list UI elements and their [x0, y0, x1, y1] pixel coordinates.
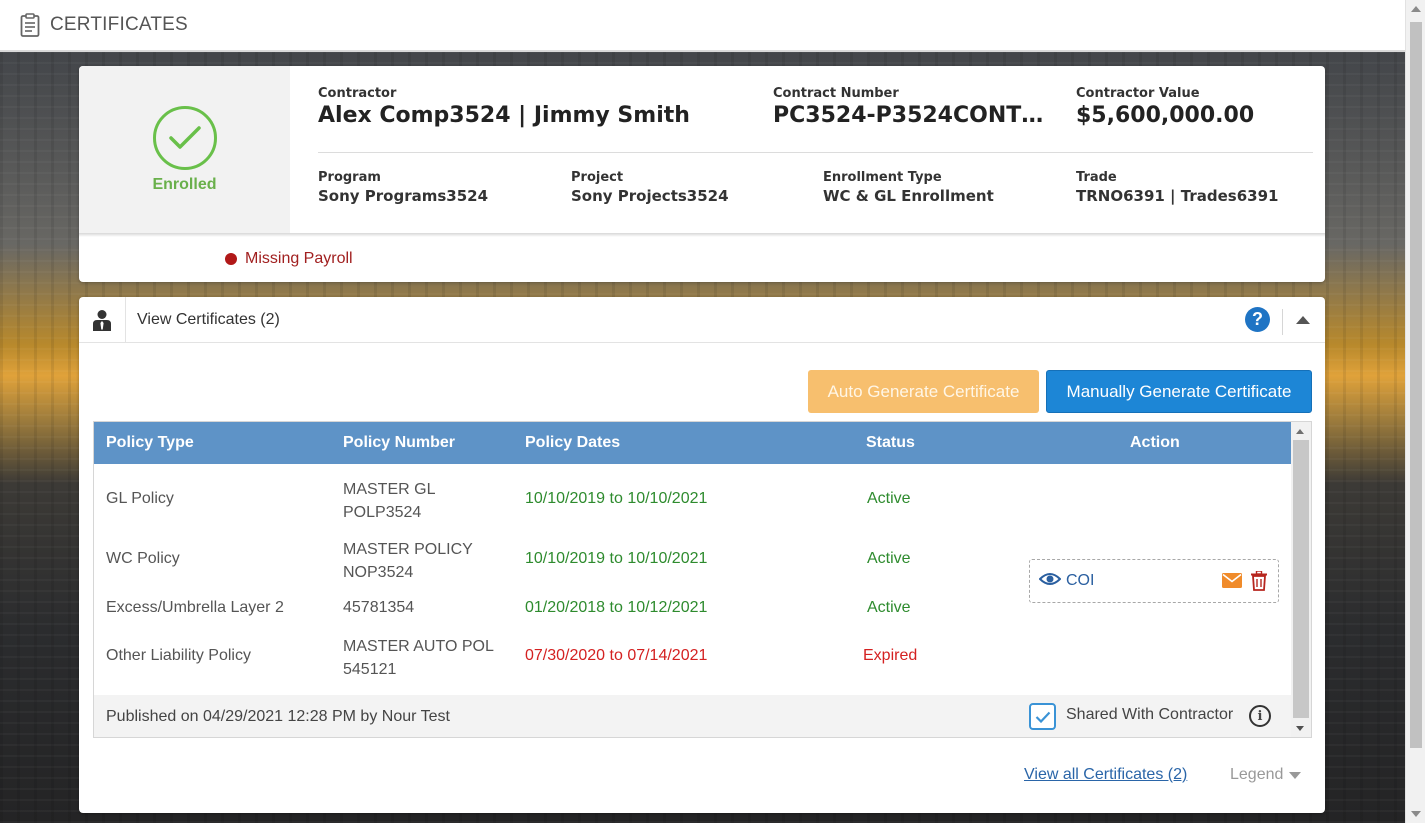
page-header: CERTIFICATES: [0, 0, 1405, 52]
contractor-label: Contractor: [318, 86, 397, 101]
trade-label: Trade: [1076, 170, 1117, 185]
eye-icon[interactable]: [1038, 571, 1062, 592]
shared-with-contractor-label: Shared With Contractor: [1066, 706, 1234, 723]
status-cell: Active: [867, 599, 911, 616]
header-divider: [1282, 309, 1283, 335]
certificates-header: View Certificates (2) ?: [79, 297, 1325, 343]
header-policy-type: Policy Type: [106, 434, 194, 451]
policy-type-cell: GL Policy: [106, 490, 174, 507]
check-circle-icon: [152, 105, 217, 170]
trade-value: TRNO6391 | Trades6391: [1076, 187, 1279, 205]
project-field: Project Sony Projects3524: [571, 170, 823, 205]
project-label: Project: [571, 170, 624, 185]
policy-type-cell: WC Policy: [106, 550, 180, 567]
enrollment-card: Enrolled Contractor Alex Comp3524 | Jimm…: [79, 66, 1325, 282]
scroll-down-icon[interactable]: [1296, 726, 1304, 731]
policy-dates-cell: 01/20/2018 to 10/12/2021: [525, 599, 708, 616]
scroll-thumb[interactable]: [1410, 22, 1422, 748]
scroll-up-icon[interactable]: [1296, 429, 1304, 434]
contract-info: Contractor Alex Comp3524 | Jimmy Smith C…: [290, 66, 1325, 233]
view-all-certificates-link[interactable]: View all Certificates (2): [1024, 766, 1187, 784]
policy-dates-cell: 07/30/2020 to 07/14/2021: [525, 647, 708, 664]
legend-label: Legend: [1230, 766, 1284, 783]
help-icon[interactable]: ?: [1245, 307, 1270, 332]
contract-number-label: Contract Number: [773, 86, 899, 101]
policy-number-cell: MASTER POLICY NOP3524: [343, 541, 473, 581]
status-cell: Active: [867, 490, 911, 507]
policy-number-cell: MASTER GL POLP3524: [343, 481, 435, 521]
email-icon[interactable]: [1222, 573, 1242, 593]
policy-number-cell: 45781354: [343, 599, 415, 616]
coi-link[interactable]: COI: [1066, 572, 1094, 590]
project-value: Sony Projects3524: [571, 187, 729, 205]
contract-number-field: Contract Number PC3524-P3524CONTRA...: [773, 86, 1076, 152]
header-policy-number: Policy Number: [343, 434, 456, 451]
enrollment-status-label: Enrolled: [152, 175, 217, 193]
contract-number-value: PC3524-P3524CONTRA...: [773, 103, 1053, 128]
table-footer: Published on 04/29/2021 12:28 PM by Nour…: [94, 695, 1291, 737]
status-cell: Expired: [863, 647, 918, 664]
status-cell: Active: [867, 550, 911, 567]
policy-type-cell: Excess/Umbrella Layer 2: [106, 599, 284, 616]
scroll-down-icon[interactable]: [1411, 811, 1421, 817]
enrollment-status: Enrolled: [79, 66, 290, 233]
program-field: Program Sony Programs3524: [318, 170, 571, 205]
page-title: CERTIFICATES: [50, 14, 188, 35]
manual-generate-button[interactable]: Manually Generate Certificate: [1046, 370, 1312, 413]
certificates-table: Policy Type Policy Number Policy Dates S…: [93, 421, 1312, 738]
legend-dropdown[interactable]: Legend: [1230, 766, 1302, 784]
alert-label: Missing Payroll: [245, 250, 353, 267]
enrollment-type-field: Enrollment Type WC & GL Enrollment: [823, 170, 1076, 205]
divider: [79, 233, 1325, 237]
policy-type-cell: Other Liability Policy: [106, 647, 251, 664]
header-status: Status: [866, 434, 915, 451]
contractor-value-field: Contractor Value $5,600,000.00: [1076, 86, 1254, 152]
header-action: Action: [1130, 434, 1180, 451]
table-scrollbar[interactable]: [1291, 422, 1311, 737]
enrollment-type-label: Enrollment Type: [823, 170, 942, 185]
scroll-up-icon[interactable]: [1411, 6, 1421, 12]
table-body: GL Policy MASTER GL POLP3524 10/10/2019 …: [94, 464, 1291, 695]
contractor-value-label: Contractor Value: [1076, 86, 1200, 101]
user-tie-icon: [79, 297, 126, 343]
info-icon[interactable]: i: [1249, 705, 1271, 727]
auto-generate-button[interactable]: Auto Generate Certificate: [808, 370, 1039, 413]
page-scrollbar[interactable]: [1405, 0, 1425, 823]
delete-icon[interactable]: [1251, 570, 1267, 596]
contractor-field: Contractor Alex Comp3524 | Jimmy Smith: [318, 86, 773, 152]
shared-with-contractor-checkbox[interactable]: [1029, 703, 1056, 730]
program-value: Sony Programs3524: [318, 187, 489, 205]
scroll-thumb[interactable]: [1293, 440, 1309, 718]
header-policy-dates: Policy Dates: [525, 434, 621, 451]
policy-number-cell: MASTER AUTO POL 545121: [343, 638, 494, 678]
certificates-card: View Certificates (2) ? Auto Generate Ce…: [79, 297, 1325, 813]
program-label: Program: [318, 170, 381, 185]
table-header: Policy Type Policy Number Policy Dates S…: [94, 422, 1291, 464]
coi-action-box: COI: [1029, 559, 1279, 603]
contractor-value-amount: $5,600,000.00: [1076, 103, 1255, 128]
alert-dot-icon: [225, 253, 237, 265]
trade-field: Trade TRNO6391 | Trades6391: [1076, 170, 1278, 205]
published-info: Published on 04/29/2021 12:28 PM by Nour…: [106, 708, 450, 725]
certificates-title: View Certificates (2): [137, 310, 280, 328]
policy-dates-cell: 10/10/2019 to 10/10/2021: [525, 550, 708, 567]
policy-dates-cell: 10/10/2019 to 10/10/2021: [525, 490, 708, 507]
contractor-value: Alex Comp3524 | Jimmy Smith: [318, 103, 690, 128]
collapse-chevron-icon[interactable]: [1296, 316, 1310, 324]
enrollment-type-value: WC & GL Enrollment: [823, 187, 994, 205]
missing-payroll-alert: Missing Payroll: [225, 250, 353, 268]
caret-down-icon: [1289, 771, 1302, 779]
clipboard-icon: [20, 13, 40, 37]
